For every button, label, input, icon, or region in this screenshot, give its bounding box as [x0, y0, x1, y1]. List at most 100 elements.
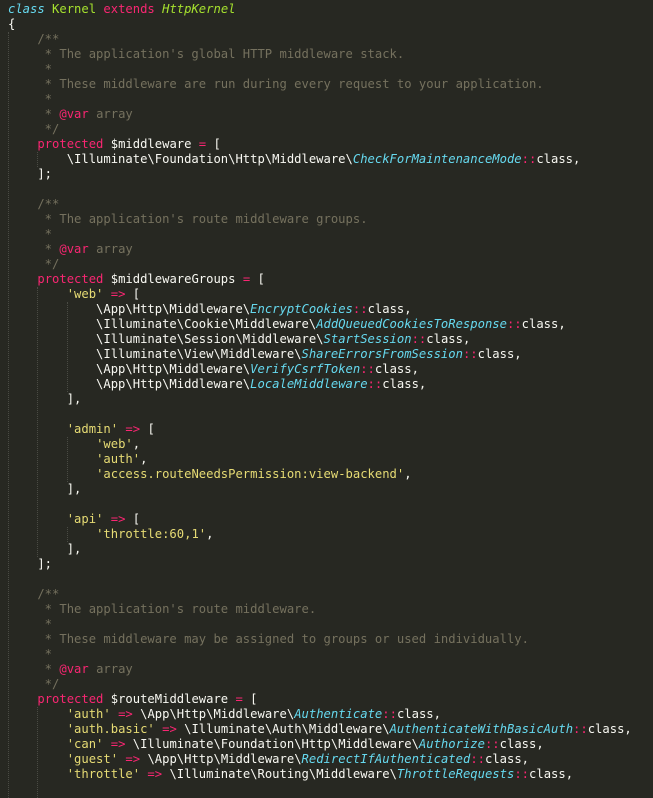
code-line[interactable]: 'throttle' => \Illuminate\Routing\Middle…	[8, 767, 632, 782]
code-line[interactable]: 'guest' => \App\Http\Middleware\Redirect…	[8, 752, 632, 767]
code-line[interactable]: protected $middlewareGroups = [	[8, 272, 632, 287]
code-token: array	[88, 107, 133, 121]
code-token: =>	[118, 707, 133, 721]
code-editor[interactable]: class Kernel extends HttpKernel{ /** * T…	[0, 0, 653, 798]
code-line[interactable]: ],	[8, 482, 632, 497]
code-line[interactable]: 'access.routeNeedsPermission:view-backen…	[8, 467, 632, 482]
code-token: class,	[382, 377, 427, 391]
code-token: $middleware	[103, 137, 199, 151]
code-token: 'auth'	[96, 452, 141, 466]
code-line[interactable]: */	[8, 677, 632, 692]
code-line[interactable]: *	[8, 227, 632, 242]
code-token: =>	[110, 287, 126, 301]
code-token: 'can'	[66, 737, 104, 751]
code-token: =>	[125, 422, 141, 436]
code-token: EncryptCookies	[250, 302, 353, 316]
code-line[interactable]: \App\Http\Middleware\VerifyCsrfToken::cl…	[8, 362, 632, 377]
code-token: class,	[499, 737, 544, 751]
code-line[interactable]: /**	[8, 32, 632, 47]
code-token: Kernel	[52, 2, 97, 16]
code-token: ::	[573, 722, 588, 736]
code-line[interactable]: * The application's route middleware gro…	[8, 212, 632, 227]
code-line[interactable]: \Illuminate\Session\Middleware\StartSess…	[8, 332, 632, 347]
code-line[interactable]: \Illuminate\View\Middleware\ShareErrorsF…	[8, 347, 632, 362]
code-line[interactable]: 'api' => [	[8, 512, 632, 527]
code-line[interactable]: 'web' => [	[8, 287, 632, 302]
code-token: ,	[140, 452, 148, 466]
code-line[interactable]: /**	[8, 197, 632, 212]
code-token: \Illuminate\Routing\Middleware\	[162, 767, 397, 781]
code-line[interactable]: /**	[8, 587, 632, 602]
code-token: [	[125, 287, 141, 301]
code-token: 'guest'	[66, 752, 119, 766]
code-token: CheckForMaintenanceMode	[352, 152, 522, 166]
code-line[interactable]: * The application's route middleware.	[8, 602, 632, 617]
code-token: ::	[360, 362, 375, 376]
code-line[interactable]: protected $middleware = [	[8, 137, 632, 152]
code-token: [	[242, 692, 258, 706]
code-token: protected	[37, 137, 104, 151]
code-line[interactable]: ],	[8, 392, 632, 407]
code-line[interactable]: * @var array	[8, 107, 632, 122]
code-token: AddQueuedCookiesToResponse	[316, 317, 507, 331]
code-token: \Illuminate\Cookie\Middleware\	[8, 317, 317, 331]
code-line[interactable]: 'auth' => \App\Http\Middleware\Authentic…	[8, 707, 632, 722]
code-line[interactable]: * @var array	[8, 662, 632, 677]
code-line[interactable]: *	[8, 617, 632, 632]
code-token: \App\Http\Middleware\	[8, 362, 251, 376]
code-line[interactable]	[8, 407, 632, 422]
code-line[interactable]: {	[8, 17, 632, 32]
code-token: \App\Http\Middleware\	[8, 377, 251, 391]
code-line[interactable]: 'auth.basic' => \Illuminate\Auth\Middlew…	[8, 722, 632, 737]
code-area[interactable]: class Kernel extends HttpKernel{ /** * T…	[8, 2, 632, 782]
code-line[interactable]: *	[8, 62, 632, 77]
code-token: StartSession	[323, 332, 412, 346]
code-token: =>	[110, 737, 126, 751]
code-line[interactable]: protected $routeMiddleware = [	[8, 692, 632, 707]
code-line[interactable]: \App\Http\Middleware\EncryptCookies::cla…	[8, 302, 632, 317]
code-line[interactable]: class Kernel extends HttpKernel	[8, 2, 632, 17]
code-token: ::	[352, 302, 368, 316]
code-line[interactable]: *	[8, 647, 632, 662]
code-token: /**	[8, 587, 60, 601]
code-token: \App\Http\Middleware\	[8, 302, 251, 316]
code-line[interactable]: \Illuminate\Cookie\Middleware\AddQueuedC…	[8, 317, 632, 332]
code-token: ],	[8, 392, 82, 406]
code-line[interactable]	[8, 182, 632, 197]
code-line[interactable]: ];	[8, 557, 632, 572]
code-token: ::	[484, 737, 500, 751]
code-token: \App\Http\Middleware\	[132, 707, 295, 721]
code-line[interactable]	[8, 572, 632, 587]
code-token: class,	[396, 707, 441, 721]
code-line[interactable]: */	[8, 122, 632, 137]
code-line[interactable]: * These middleware may be assigned to gr…	[8, 632, 632, 647]
code-line[interactable]: * These middleware are run during every …	[8, 77, 632, 92]
code-line[interactable]: 'can' => \Illuminate\Foundation\Http\Mid…	[8, 737, 632, 752]
code-line[interactable]: ];	[8, 167, 632, 182]
code-token: =>	[125, 752, 141, 766]
code-line[interactable]: 'auth',	[8, 452, 632, 467]
code-token: @var	[59, 242, 89, 256]
code-token: class,	[374, 362, 419, 376]
code-line[interactable]: \App\Http\Middleware\LocaleMiddleware::c…	[8, 377, 632, 392]
code-token: $middlewareGroups	[103, 272, 243, 286]
code-token: \Illuminate\Foundation\Http\Middleware\	[125, 737, 419, 751]
code-line[interactable]: 'admin' => [	[8, 422, 632, 437]
code-line[interactable]: \Illuminate\Foundation\Http\Middleware\C…	[8, 152, 632, 167]
code-line[interactable]: ],	[8, 542, 632, 557]
code-line[interactable]	[8, 497, 632, 512]
code-line[interactable]: * The application's global HTTP middlewa…	[8, 47, 632, 62]
code-line[interactable]: * @var array	[8, 242, 632, 257]
code-token: *	[8, 227, 53, 241]
code-line[interactable]: 'throttle:60,1',	[8, 527, 632, 542]
code-token: extends	[103, 2, 155, 16]
code-line[interactable]: */	[8, 257, 632, 272]
code-line[interactable]: 'web',	[8, 437, 632, 452]
code-token: class,	[485, 752, 530, 766]
code-line[interactable]: *	[8, 92, 632, 107]
code-token: [	[250, 272, 265, 286]
